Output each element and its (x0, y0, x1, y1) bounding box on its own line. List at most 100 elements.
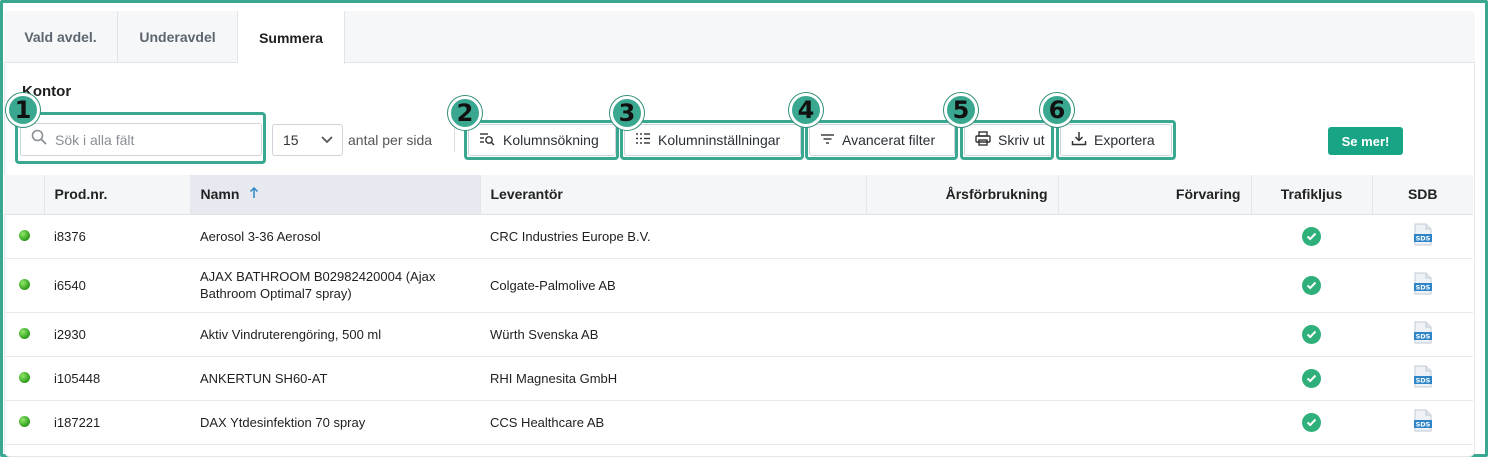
storage-cell (1058, 400, 1251, 445)
sds-document-icon[interactable]: SDS (1413, 321, 1433, 344)
column-search-icon (479, 132, 496, 149)
column-header-sdb[interactable]: SDB (1372, 175, 1473, 215)
sds-document-icon[interactable]: SDS (1413, 272, 1433, 295)
sds-label: SDS (1415, 332, 1430, 340)
column-header-trafikljus[interactable]: Trafikljus (1251, 175, 1373, 215)
sdb-cell: SDS (1372, 258, 1473, 313)
status-dot-icon (18, 229, 30, 241)
filter-icon (820, 132, 835, 148)
column-header-leverantor[interactable]: Leverantör (480, 175, 867, 215)
chevron-down-icon (320, 132, 334, 148)
sdb-cell: SDS (1372, 400, 1473, 445)
sdb-cell: SDS (1372, 356, 1473, 401)
status-dot-icon (18, 327, 30, 339)
table-header-row: Prod.nr. Namn Leverantör Årsförbrukning … (4, 175, 1473, 215)
column-header-status (4, 175, 45, 215)
name-cell: Aktiv Vindruterengöring, 500 ml (190, 312, 480, 357)
sdb-cell: SDS (1372, 312, 1473, 357)
per-page-select[interactable]: 15 (272, 124, 343, 156)
sdb-cell: SDS (1372, 214, 1473, 259)
traffic-light-cell (1251, 312, 1372, 357)
traffic-light-cell (1251, 258, 1372, 313)
tab-summera[interactable]: Summera (238, 11, 345, 64)
supplier-cell: CRC Industries Europe B.V. (480, 214, 866, 259)
storage-cell (1058, 356, 1251, 401)
column-settings-button[interactable]: Kolumninställningar (624, 124, 801, 156)
export-button[interactable]: Exportera (1060, 124, 1172, 156)
supplier-cell: RHI Magnesita GmbH (480, 356, 866, 401)
status-dot-icon (18, 415, 30, 427)
table-row[interactable]: i6540 AJAX BATHROOM B02982420004 (Ajax B… (4, 258, 1473, 313)
advanced-filter-label: Avancerat filter (842, 132, 936, 148)
sds-document-icon[interactable]: SDS (1413, 365, 1433, 388)
sds-label: SDS (1415, 234, 1430, 242)
traffic-light-cell (1251, 214, 1372, 259)
name-cell: Aerosol 3-36 Aerosol (190, 214, 480, 259)
printer-icon (975, 131, 991, 149)
products-table: Prod.nr. Namn Leverantör Årsförbrukning … (4, 175, 1473, 445)
print-button[interactable]: Skriv ut (964, 124, 1052, 156)
column-header-forvaring[interactable]: Förvaring (1058, 175, 1252, 215)
callout-badge-1: 1 (6, 93, 40, 127)
storage-cell (1058, 312, 1251, 357)
prod-nr-cell: i6540 (44, 258, 190, 313)
search-input[interactable] (55, 131, 255, 148)
check-circle-icon (1302, 275, 1321, 295)
column-settings-icon (635, 132, 651, 148)
supplier-cell: Colgate-Palmolive AB (480, 258, 866, 313)
sds-label: SDS (1415, 283, 1430, 291)
prod-nr-cell: i2930 (44, 312, 190, 357)
table-row[interactable]: i2930 Aktiv Vindruterengöring, 500 ml Wü… (4, 312, 1473, 357)
search-field[interactable] (20, 123, 262, 156)
tab-vald-avdel[interactable]: Vald avdel. (4, 11, 118, 63)
supplier-cell: Würth Svenska AB (480, 312, 866, 357)
prod-nr-cell: i187221 (44, 400, 190, 445)
advanced-filter-button[interactable]: Avancerat filter (809, 124, 955, 156)
export-label: Exportera (1094, 132, 1155, 148)
name-cell: AJAX BATHROOM B02982420004 (Ajax Bathroo… (190, 258, 480, 313)
table-row[interactable]: i187221 DAX Ytdesinfektion 70 spray CCS … (4, 400, 1473, 445)
annual-use-cell (866, 258, 1058, 313)
status-cell (4, 400, 44, 445)
print-label: Skriv ut (998, 132, 1045, 148)
traffic-light-cell (1251, 356, 1372, 401)
callout-badge-4: 4 (789, 93, 823, 127)
sds-document-icon[interactable]: SDS (1413, 223, 1433, 246)
search-icon (31, 129, 47, 150)
toolbar-divider (454, 128, 455, 152)
download-icon (1071, 131, 1087, 149)
sds-document-icon[interactable]: SDS (1413, 409, 1433, 432)
tab-underavdel[interactable]: Underavdel (118, 11, 238, 63)
column-header-namn[interactable]: Namn (190, 175, 481, 215)
see-more-button[interactable]: Se mer! (1328, 127, 1403, 155)
column-header-prod-nr[interactable]: Prod.nr. (44, 175, 191, 215)
status-cell (4, 258, 44, 313)
status-cell (4, 312, 44, 357)
status-dot-icon (18, 278, 30, 290)
tab-bar: Vald avdel. Underavdel Summera (4, 11, 1475, 64)
storage-cell (1058, 214, 1251, 259)
check-circle-icon (1302, 412, 1321, 432)
sort-ascending-icon (249, 186, 259, 202)
storage-cell (1058, 258, 1251, 313)
column-header-arsforbrukning[interactable]: Årsförbrukning (866, 175, 1059, 215)
status-cell (4, 214, 44, 259)
name-cell: ANKERTUN SH60-AT (190, 356, 480, 401)
callout-badge-6: 6 (1040, 93, 1074, 127)
per-page-label: antal per sida (348, 132, 433, 148)
status-dot-icon (18, 371, 30, 383)
annual-use-cell (866, 400, 1058, 445)
table-row[interactable]: i8376 Aerosol 3-36 Aerosol CRC Industrie… (4, 214, 1473, 259)
table-row[interactable]: i105448 ANKERTUN SH60-AT RHI Magnesita G… (4, 356, 1473, 401)
check-circle-icon (1302, 368, 1321, 388)
column-settings-label: Kolumninställningar (658, 132, 781, 148)
callout-badge-3: 3 (610, 96, 644, 130)
column-search-button[interactable]: Kolumnsökning (468, 124, 616, 156)
callout-badge-2: 2 (448, 96, 482, 130)
per-page-value: 15 (283, 132, 299, 148)
sds-label: SDS (1415, 376, 1430, 384)
check-circle-icon (1302, 226, 1321, 246)
status-cell (4, 356, 44, 401)
prod-nr-cell: i105448 (44, 356, 190, 401)
callout-badge-5: 5 (944, 93, 978, 127)
